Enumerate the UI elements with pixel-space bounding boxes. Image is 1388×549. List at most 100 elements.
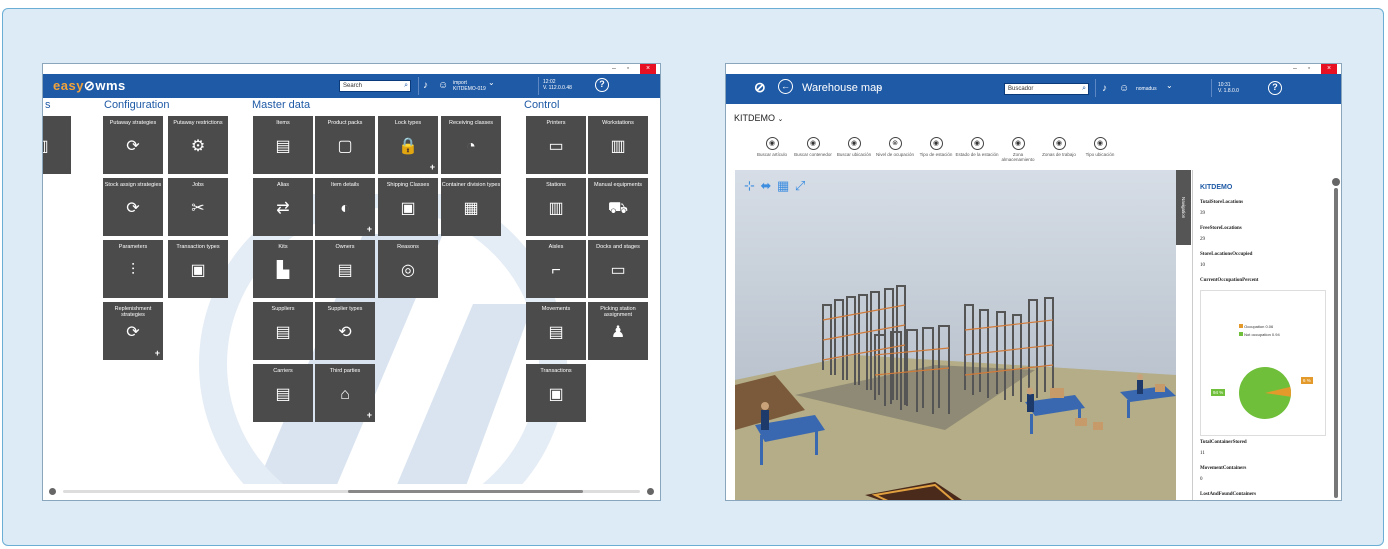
scroll-up-button[interactable] bbox=[1332, 178, 1340, 186]
chevron-down-icon: ⌄ bbox=[777, 116, 784, 123]
tile-alias[interactable]: Alias ⇄ bbox=[253, 178, 313, 236]
tile-workstations[interactable]: Workstations ▥ bbox=[588, 116, 648, 174]
tile-icon: ⇄ bbox=[276, 200, 290, 217]
horizontal-scrollbar[interactable] bbox=[43, 484, 660, 500]
maximize-button[interactable]: ▫ bbox=[622, 64, 634, 74]
tool-3[interactable]: ⊗ Nivel de ocupación bbox=[873, 137, 917, 157]
search-input[interactable]: Buscador ⌕ bbox=[1004, 83, 1089, 95]
tile-icon: ▥ bbox=[548, 200, 564, 217]
scroll-thumb[interactable] bbox=[1334, 188, 1338, 498]
navigation-tools[interactable]: ⊹ ⬌ ▦ ⤢ bbox=[744, 178, 806, 194]
scroll-left-button[interactable] bbox=[49, 488, 56, 495]
tile-items[interactable]: Items ▤ bbox=[253, 116, 313, 174]
tool-5[interactable]: ◉ Estado de la estación bbox=[955, 137, 999, 157]
tile-jobs[interactable]: Jobs ✂ bbox=[168, 178, 228, 236]
tile-suppliers[interactable]: Suppliers ▤ bbox=[253, 302, 313, 360]
tile-item-details[interactable]: Item details ◐ + bbox=[315, 178, 375, 236]
user-name[interactable]: nomadus bbox=[1136, 86, 1157, 92]
tile-ts[interactable]: ts ▥ bbox=[43, 116, 71, 174]
minimize-button[interactable]: – bbox=[608, 64, 620, 74]
tile-owners[interactable]: Owners ▤ bbox=[315, 240, 375, 298]
tile-third-parties[interactable]: Third parties ⌂ + bbox=[315, 364, 375, 422]
tile-icon: ▣ bbox=[190, 262, 206, 279]
close-button[interactable]: × bbox=[1321, 64, 1337, 74]
tile-container-division-types[interactable]: Container division types ▦ bbox=[441, 178, 501, 236]
tool-2[interactable]: ◉ Buscar ubicación bbox=[832, 137, 876, 157]
tile-stock-assign-strategies[interactable]: Stock assign strategies ⟳ bbox=[103, 178, 163, 236]
tile-movements[interactable]: Movements ▤ bbox=[526, 302, 586, 360]
tool-label: Zonas de trabajo bbox=[1042, 152, 1076, 157]
tile-putaway-restrictions[interactable]: Putaway restrictions ⚙ bbox=[168, 116, 228, 174]
scroll-right-button[interactable] bbox=[647, 488, 654, 495]
tile-supplier-types[interactable]: Supplier types ⟲ bbox=[315, 302, 375, 360]
add-icon[interactable]: + bbox=[430, 162, 435, 172]
tile-shipping-classes[interactable]: Shipping Classes ▣ bbox=[378, 178, 438, 236]
search-icon[interactable]: ⌕ bbox=[1082, 84, 1086, 94]
tile-printers[interactable]: Printers ▭ bbox=[526, 116, 586, 174]
tile-transaction-types[interactable]: Transaction types ▣ bbox=[168, 240, 228, 298]
navigation-side-tab[interactable]: Navigation bbox=[1176, 170, 1191, 245]
tool-6[interactable]: ◉ Zona almacenamiento bbox=[996, 137, 1040, 162]
bell-icon[interactable]: ♪ bbox=[1102, 83, 1107, 94]
user-icon[interactable]: ☺ bbox=[438, 80, 448, 91]
window-titlebar: – ▫ × bbox=[43, 64, 660, 74]
chevron-down-icon[interactable]: ⌄ bbox=[1166, 81, 1173, 90]
tool-0[interactable]: ◉ Buscar artículo bbox=[750, 137, 794, 157]
tile-icon: ▙ bbox=[276, 262, 290, 279]
tile-label: Picking station assignment bbox=[600, 306, 636, 318]
search-icon[interactable]: ⌕ bbox=[404, 81, 408, 91]
tile-aisles[interactable]: Aisles ⌐ bbox=[526, 240, 586, 298]
tile-picking-station-assignment[interactable]: Picking station assignment ♟ bbox=[588, 302, 648, 360]
tool-8[interactable]: ◉ Tipo ubicación bbox=[1078, 137, 1122, 157]
tile-label: Stations bbox=[546, 182, 566, 188]
tile-putaway-strategies[interactable]: Putaway strategies ⟳ bbox=[103, 116, 163, 174]
tool-1[interactable]: ◉ Buscar contenedor bbox=[791, 137, 835, 157]
warehouse-3d-viewport[interactable]: ⊹ ⬌ ▦ ⤢ bbox=[735, 170, 1176, 500]
user-icon[interactable]: ☺ bbox=[1119, 83, 1129, 94]
tile-label: Supplier types bbox=[327, 306, 363, 312]
search-placeholder: Buscador bbox=[1008, 86, 1034, 92]
stat-key: LostAndFoundContainers bbox=[1200, 492, 1257, 497]
tile-label: Container division types bbox=[441, 182, 501, 188]
app-logo-icon[interactable]: ⊘ bbox=[754, 79, 766, 96]
maximize-button[interactable]: ▫ bbox=[1303, 64, 1315, 74]
tile-reasons[interactable]: Reasons ◎ bbox=[378, 240, 438, 298]
tool-icon: ◉ bbox=[970, 137, 984, 150]
tile-docks-and-stages[interactable]: Docks and stages ▭ bbox=[588, 240, 648, 298]
panel-scrollbar[interactable] bbox=[1332, 178, 1340, 498]
tile-receiving-classes[interactable]: Receiving classes ◔ bbox=[441, 116, 501, 174]
tile-replenishment-strategies[interactable]: Replenishment strategies ⟳ + bbox=[103, 302, 163, 360]
tool-4[interactable]: ◉ Tipo de estación bbox=[914, 137, 958, 157]
tile-carriers[interactable]: Carriers ▤ bbox=[253, 364, 313, 422]
tile-icon: 🔒 bbox=[398, 138, 418, 155]
chevron-down-icon[interactable]: ⌄ bbox=[876, 81, 884, 92]
tile-lock-types[interactable]: Lock types 🔒 + bbox=[378, 116, 438, 174]
add-icon[interactable]: + bbox=[367, 410, 372, 420]
tile-transactions[interactable]: Transactions ▣ bbox=[526, 364, 586, 422]
tile-manual-equipments[interactable]: Manual equipments ⛟ bbox=[588, 178, 648, 236]
close-button[interactable]: × bbox=[640, 64, 656, 74]
add-icon[interactable]: + bbox=[155, 348, 160, 358]
back-arrow-icon[interactable]: ← bbox=[778, 79, 793, 94]
tile-icon: ▭ bbox=[610, 262, 626, 279]
search-input[interactable]: Search ⌕ bbox=[339, 80, 411, 92]
scroll-thumb[interactable] bbox=[348, 490, 583, 493]
stat-value: 39 bbox=[1200, 211, 1205, 216]
tool-7[interactable]: ◉ Zonas de trabajo bbox=[1037, 137, 1081, 157]
user-info[interactable]: import KITDEMO-019 bbox=[453, 80, 486, 92]
easywms-logo[interactable]: easy⊘wms bbox=[53, 78, 126, 94]
tile-stations[interactable]: Stations ▥ bbox=[526, 178, 586, 236]
tile-kits[interactable]: Kits ▙ bbox=[253, 240, 313, 298]
breadcrumb[interactable]: KITDEMO ⌄ bbox=[734, 113, 783, 123]
tile-icon: ⟳ bbox=[126, 200, 140, 217]
tile-parameters[interactable]: Parameters ⫶ bbox=[103, 240, 163, 298]
help-icon[interactable]: ? bbox=[595, 78, 609, 92]
minimize-button[interactable]: – bbox=[1289, 64, 1301, 74]
help-icon[interactable]: ? bbox=[1268, 81, 1282, 95]
bell-icon[interactable]: ♪ bbox=[423, 80, 428, 91]
tile-label: Owners bbox=[335, 244, 355, 250]
add-icon[interactable]: + bbox=[367, 224, 372, 234]
tile-product-packs[interactable]: Product packs ▢ bbox=[315, 116, 375, 174]
tile-icon: ♟ bbox=[610, 324, 626, 341]
chevron-down-icon[interactable]: ⌄ bbox=[488, 78, 495, 87]
